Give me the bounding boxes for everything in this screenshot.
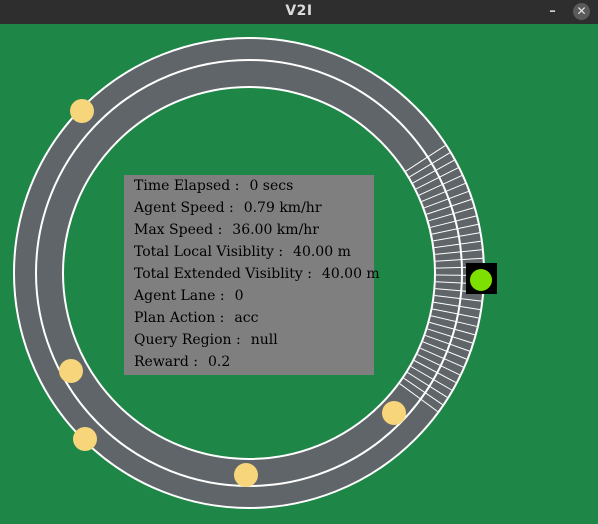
info-label: Total Local Visiblity :	[134, 244, 284, 260]
info-row: Time Elapsed : 0 secs	[134, 176, 293, 196]
info-label: Agent Speed :	[134, 200, 234, 216]
info-value: 36.00 km/hr	[232, 222, 319, 238]
info-label: Query Region :	[134, 332, 241, 348]
info-label: Plan Action :	[134, 310, 225, 326]
info-panel: Time Elapsed : 0 secs Agent Speed : 0.79 km…	[124, 175, 380, 375]
info-value: 40.00 m	[293, 244, 351, 260]
info-value: 40.00 m	[321, 266, 380, 282]
close-button[interactable]: ✕	[573, 3, 590, 20]
vehicle	[73, 427, 97, 451]
minimize-button[interactable]: –	[544, 3, 561, 20]
info-value: null	[250, 332, 278, 348]
info-value: 0.2	[207, 354, 231, 370]
info-label: Time Elapsed :	[134, 178, 240, 194]
title-bar: V2I – ✕	[0, 0, 598, 24]
info-row: Query Region : null	[134, 330, 278, 350]
info-row: Total Extended Visiblity : 40.00 m	[134, 264, 380, 284]
app-window: V2I – ✕ Time Elapsed : 0 secs Agent Speed …	[0, 0, 598, 524]
info-row: Max Speed : 36.00 km/hr	[134, 220, 319, 240]
info-row: Plan Action : acc	[134, 308, 258, 328]
info-row: Agent Speed : 0.79 km/hr	[134, 198, 322, 218]
info-value: 0.79 km/hr	[243, 200, 322, 216]
info-label: Reward :	[134, 354, 198, 370]
vehicle	[59, 359, 83, 383]
window-title: V2I	[285, 3, 313, 19]
info-value: 0	[234, 288, 244, 304]
agent-vehicle	[470, 269, 492, 291]
info-label: Agent Lane :	[134, 288, 225, 304]
info-label: Total Extended Visiblity :	[134, 266, 312, 282]
info-row: Agent Lane : 0	[134, 286, 243, 306]
info-row: Reward : 0.2	[134, 352, 230, 372]
info-row: Total Local Visiblity : 40.00 m	[134, 242, 351, 262]
vehicle	[234, 463, 258, 487]
info-label: Max Speed :	[134, 222, 223, 238]
vehicle	[382, 401, 406, 425]
info-value: acc	[234, 310, 259, 326]
info-value: 0 secs	[249, 178, 294, 194]
vehicle	[70, 99, 94, 123]
